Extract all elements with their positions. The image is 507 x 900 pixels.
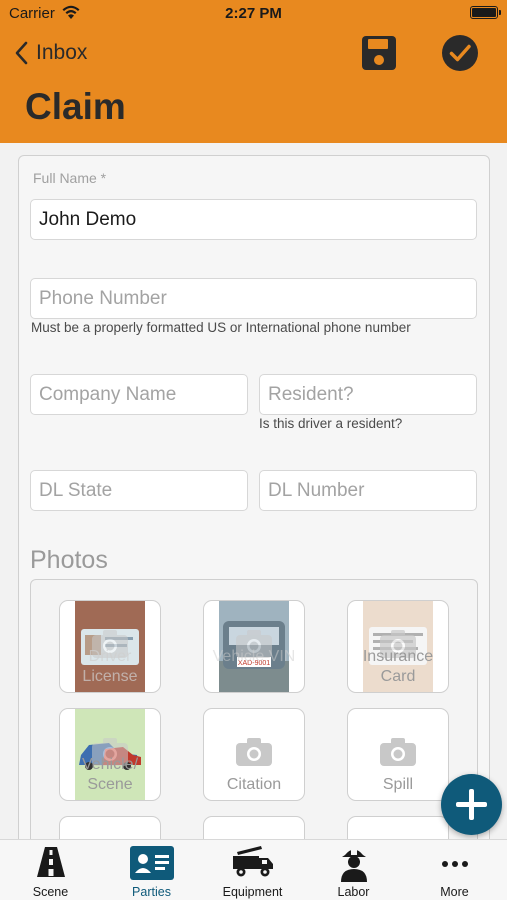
resident-helper-text: Is this driver a resident? <box>259 416 403 431</box>
tab-label: Scene <box>32 885 69 899</box>
tab-bar: Scene Parties Equipment Labor More <box>0 839 507 900</box>
back-label: Inbox <box>36 41 88 64</box>
tab-scene[interactable]: Scene <box>0 840 101 900</box>
tab-parties[interactable]: Parties <box>101 840 202 900</box>
id-card-icon <box>129 846 174 880</box>
tab-equipment[interactable]: Equipment <box>202 840 303 900</box>
camera-icon <box>236 738 272 766</box>
photo-tile-label: Driver License <box>82 648 138 685</box>
status-bar: Carrier 2:27 PM <box>0 0 507 28</box>
more-dots-icon <box>441 861 468 867</box>
tab-label: More <box>440 885 469 899</box>
tab-labor[interactable]: Labor <box>303 840 404 900</box>
photos-section-title: Photos <box>30 546 108 574</box>
photo-tile-driver-license[interactable]: Driver License <box>59 600 161 693</box>
tab-more[interactable]: More <box>404 840 505 900</box>
add-photo-fab-button[interactable] <box>441 774 502 835</box>
photo-tile-label: Vehicle VIN <box>212 648 296 665</box>
save-icon[interactable] <box>361 35 397 71</box>
firefighter-icon <box>340 849 367 882</box>
photo-tile-vehicle-vin[interactable]: XAD-9001 Vehicle VIN <box>203 600 305 693</box>
tab-label: Equipment <box>222 885 283 899</box>
dl-state-input[interactable] <box>30 470 248 511</box>
fire-truck-icon <box>232 846 273 877</box>
checkmark-done-icon[interactable] <box>441 34 479 72</box>
tab-label: Parties <box>132 885 171 899</box>
camera-icon <box>380 738 416 766</box>
company-name-input[interactable] <box>30 374 248 415</box>
dl-number-input[interactable] <box>259 470 477 511</box>
chevron-left-icon <box>15 41 28 65</box>
phone-number-input[interactable] <box>30 278 477 319</box>
battery-icon <box>470 6 501 19</box>
photo-tile-label: Insurance Card <box>362 648 434 685</box>
photo-tile-vehicle-scene[interactable]: Vehicle/ Scene <box>59 708 161 801</box>
phone-helper-text: Must be a properly formatted US or Inter… <box>31 320 411 335</box>
road-icon <box>36 847 65 877</box>
photo-tile-label: Citation <box>226 776 282 793</box>
photo-tile-insurance-card[interactable]: Insurance Card <box>347 600 449 693</box>
photo-tile-spill[interactable]: Spill <box>347 708 449 801</box>
nav-header: Carrier 2:27 PM Inbox Claim <box>0 0 507 143</box>
resident-input[interactable] <box>259 374 477 415</box>
photo-tile-label: Vehicle/ Scene <box>81 756 139 793</box>
photos-grid: Driver License XAD-9001 Vehicle VIN Insu… <box>30 579 478 859</box>
full-name-input[interactable] <box>30 199 477 240</box>
page-title: Claim <box>25 86 126 127</box>
full-name-label: Full Name * <box>33 170 107 186</box>
tab-label: Labor <box>337 885 370 899</box>
status-time: 2:27 PM <box>225 5 282 22</box>
back-button[interactable]: Inbox <box>14 38 87 68</box>
photo-tile-citation[interactable]: Citation <box>203 708 305 801</box>
photo-tile-label: Spill <box>382 776 414 793</box>
